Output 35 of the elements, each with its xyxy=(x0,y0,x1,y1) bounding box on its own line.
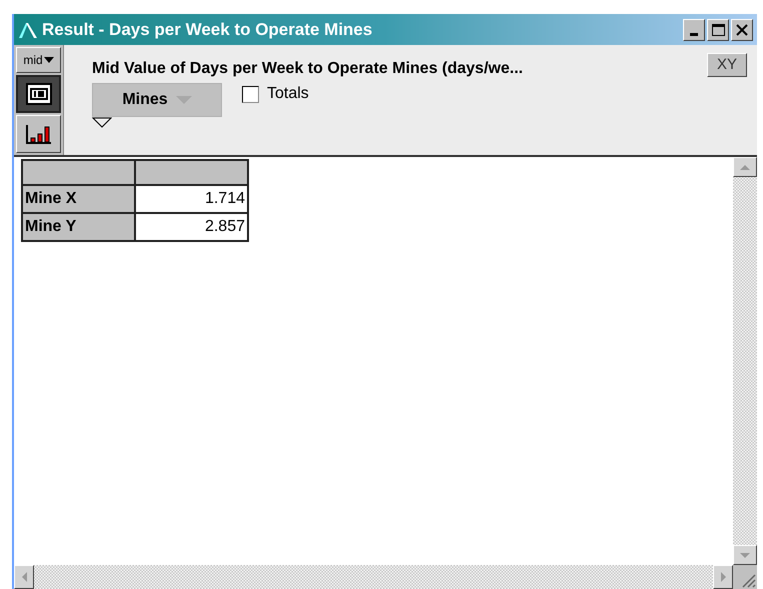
index-button[interactable]: Mines xyxy=(92,83,222,117)
bar-chart-icon xyxy=(24,123,52,145)
scroll-up-button[interactable] xyxy=(733,157,757,177)
expand-triangle-icon[interactable] xyxy=(92,117,112,128)
up-arrow-icon xyxy=(740,164,750,170)
maximize-icon xyxy=(712,24,724,36)
scroll-right-button[interactable] xyxy=(713,565,733,589)
window-title: Result - Days per Week to Operate Mines xyxy=(42,18,372,41)
table-view-button[interactable] xyxy=(16,75,61,113)
right-arrow-icon xyxy=(720,572,726,582)
close-button[interactable] xyxy=(731,18,753,40)
maximize-button[interactable] xyxy=(707,18,729,40)
graph-view-button[interactable] xyxy=(16,115,61,153)
row-label-cell: Mine X xyxy=(22,185,135,213)
app-logo-icon xyxy=(18,20,38,38)
mode-dropdown[interactable]: mid xyxy=(16,47,61,73)
value-cell: 2.857 xyxy=(135,213,248,241)
close-icon xyxy=(736,24,748,36)
scroll-left-button[interactable] xyxy=(14,565,34,589)
row-label-cell: Mine Y xyxy=(22,213,135,241)
xy-button[interactable]: XY xyxy=(707,53,747,77)
horizontal-scrollbar[interactable] xyxy=(14,565,733,589)
totals-checkbox[interactable] xyxy=(242,86,259,102)
scroll-down-button[interactable] xyxy=(733,545,757,565)
value-cell: 1.714 xyxy=(135,185,248,213)
caret-icon xyxy=(44,57,54,63)
vertical-scrollbar[interactable] xyxy=(733,157,757,565)
table-view-icon xyxy=(26,83,52,105)
minimize-button[interactable] xyxy=(683,18,705,40)
minimize-icon xyxy=(690,32,698,36)
result-heading: Mid Value of Days per Week to Operate Mines (days/we... xyxy=(92,59,523,79)
down-arrow-icon xyxy=(740,552,750,558)
left-arrow-icon xyxy=(22,572,26,582)
caret-icon xyxy=(176,96,192,104)
totals-label: Totals xyxy=(267,84,309,104)
